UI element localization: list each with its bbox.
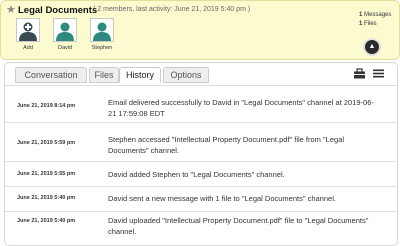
tab-conversation[interactable]: Conversation xyxy=(15,67,87,83)
history-text: Stephen accessed "Intellectual Property … xyxy=(108,135,345,155)
member-label: Add xyxy=(23,45,33,51)
messages-label: Messages xyxy=(364,12,392,18)
messages-count: 1 xyxy=(359,12,363,18)
collapse-button[interactable]: ▲ xyxy=(365,40,379,54)
member-label: David xyxy=(57,45,73,51)
channel-panel: Conversation Files History Options June … xyxy=(4,62,398,246)
tab-options[interactable]: Options xyxy=(163,67,209,83)
star-icon[interactable]: ★ xyxy=(6,5,16,16)
member-david[interactable]: David xyxy=(52,18,78,51)
menu-icon[interactable] xyxy=(373,68,384,79)
history-date: June 21, 2019 8:14 pm xyxy=(17,103,76,109)
history-row: June 21, 2019 5:55 pm David added Stephe… xyxy=(5,162,397,187)
tab-bar: Conversation Files History Options xyxy=(5,63,397,86)
history-text: David added Stephen to "Legal Documents"… xyxy=(108,170,285,179)
user-avatar-icon xyxy=(56,22,74,41)
files-count: 1 xyxy=(359,21,363,27)
history-text: David uploaded "Intellectual Property Do… xyxy=(108,216,369,236)
channel-stats: 1 Messages 1 Files xyxy=(359,11,391,29)
tab-files[interactable]: Files xyxy=(89,67,119,83)
channel-header: ★ Legal Documents ( 2 members, last acti… xyxy=(0,0,400,60)
files-label: Files xyxy=(364,21,377,27)
add-member-button[interactable]: Add xyxy=(15,18,41,51)
tab-history[interactable]: History xyxy=(119,67,161,83)
history-row: June 21, 2019 8:14 pm Email delivered su… xyxy=(5,86,397,123)
history-date: June 21, 2019 5:40 pm xyxy=(17,218,76,224)
history-date: June 21, 2019 5:40 pm xyxy=(17,195,76,201)
user-avatar-icon xyxy=(93,22,111,41)
history-date: June 21, 2019 5:59 pm xyxy=(17,140,76,146)
history-row: June 21, 2019 5:40 pm David sent a new m… xyxy=(5,187,397,212)
history-text: Email delivered successfully to David in… xyxy=(108,98,374,118)
history-date: June 21, 2019 5:55 pm xyxy=(17,171,76,177)
member-label: Stephen xyxy=(91,45,113,51)
add-user-icon xyxy=(19,22,37,41)
channel-title: Legal Documents xyxy=(18,5,98,16)
chevron-up-icon: ▲ xyxy=(368,43,376,50)
history-row: June 21, 2019 5:59 pm Stephen accessed "… xyxy=(5,123,397,162)
member-stephen[interactable]: Stephen xyxy=(89,18,115,51)
channel-meta: ( 2 members, last activity: June 21, 201… xyxy=(93,6,251,13)
history-text: David sent a new message with 1 file to … xyxy=(108,194,336,203)
briefcase-icon[interactable] xyxy=(353,68,366,79)
